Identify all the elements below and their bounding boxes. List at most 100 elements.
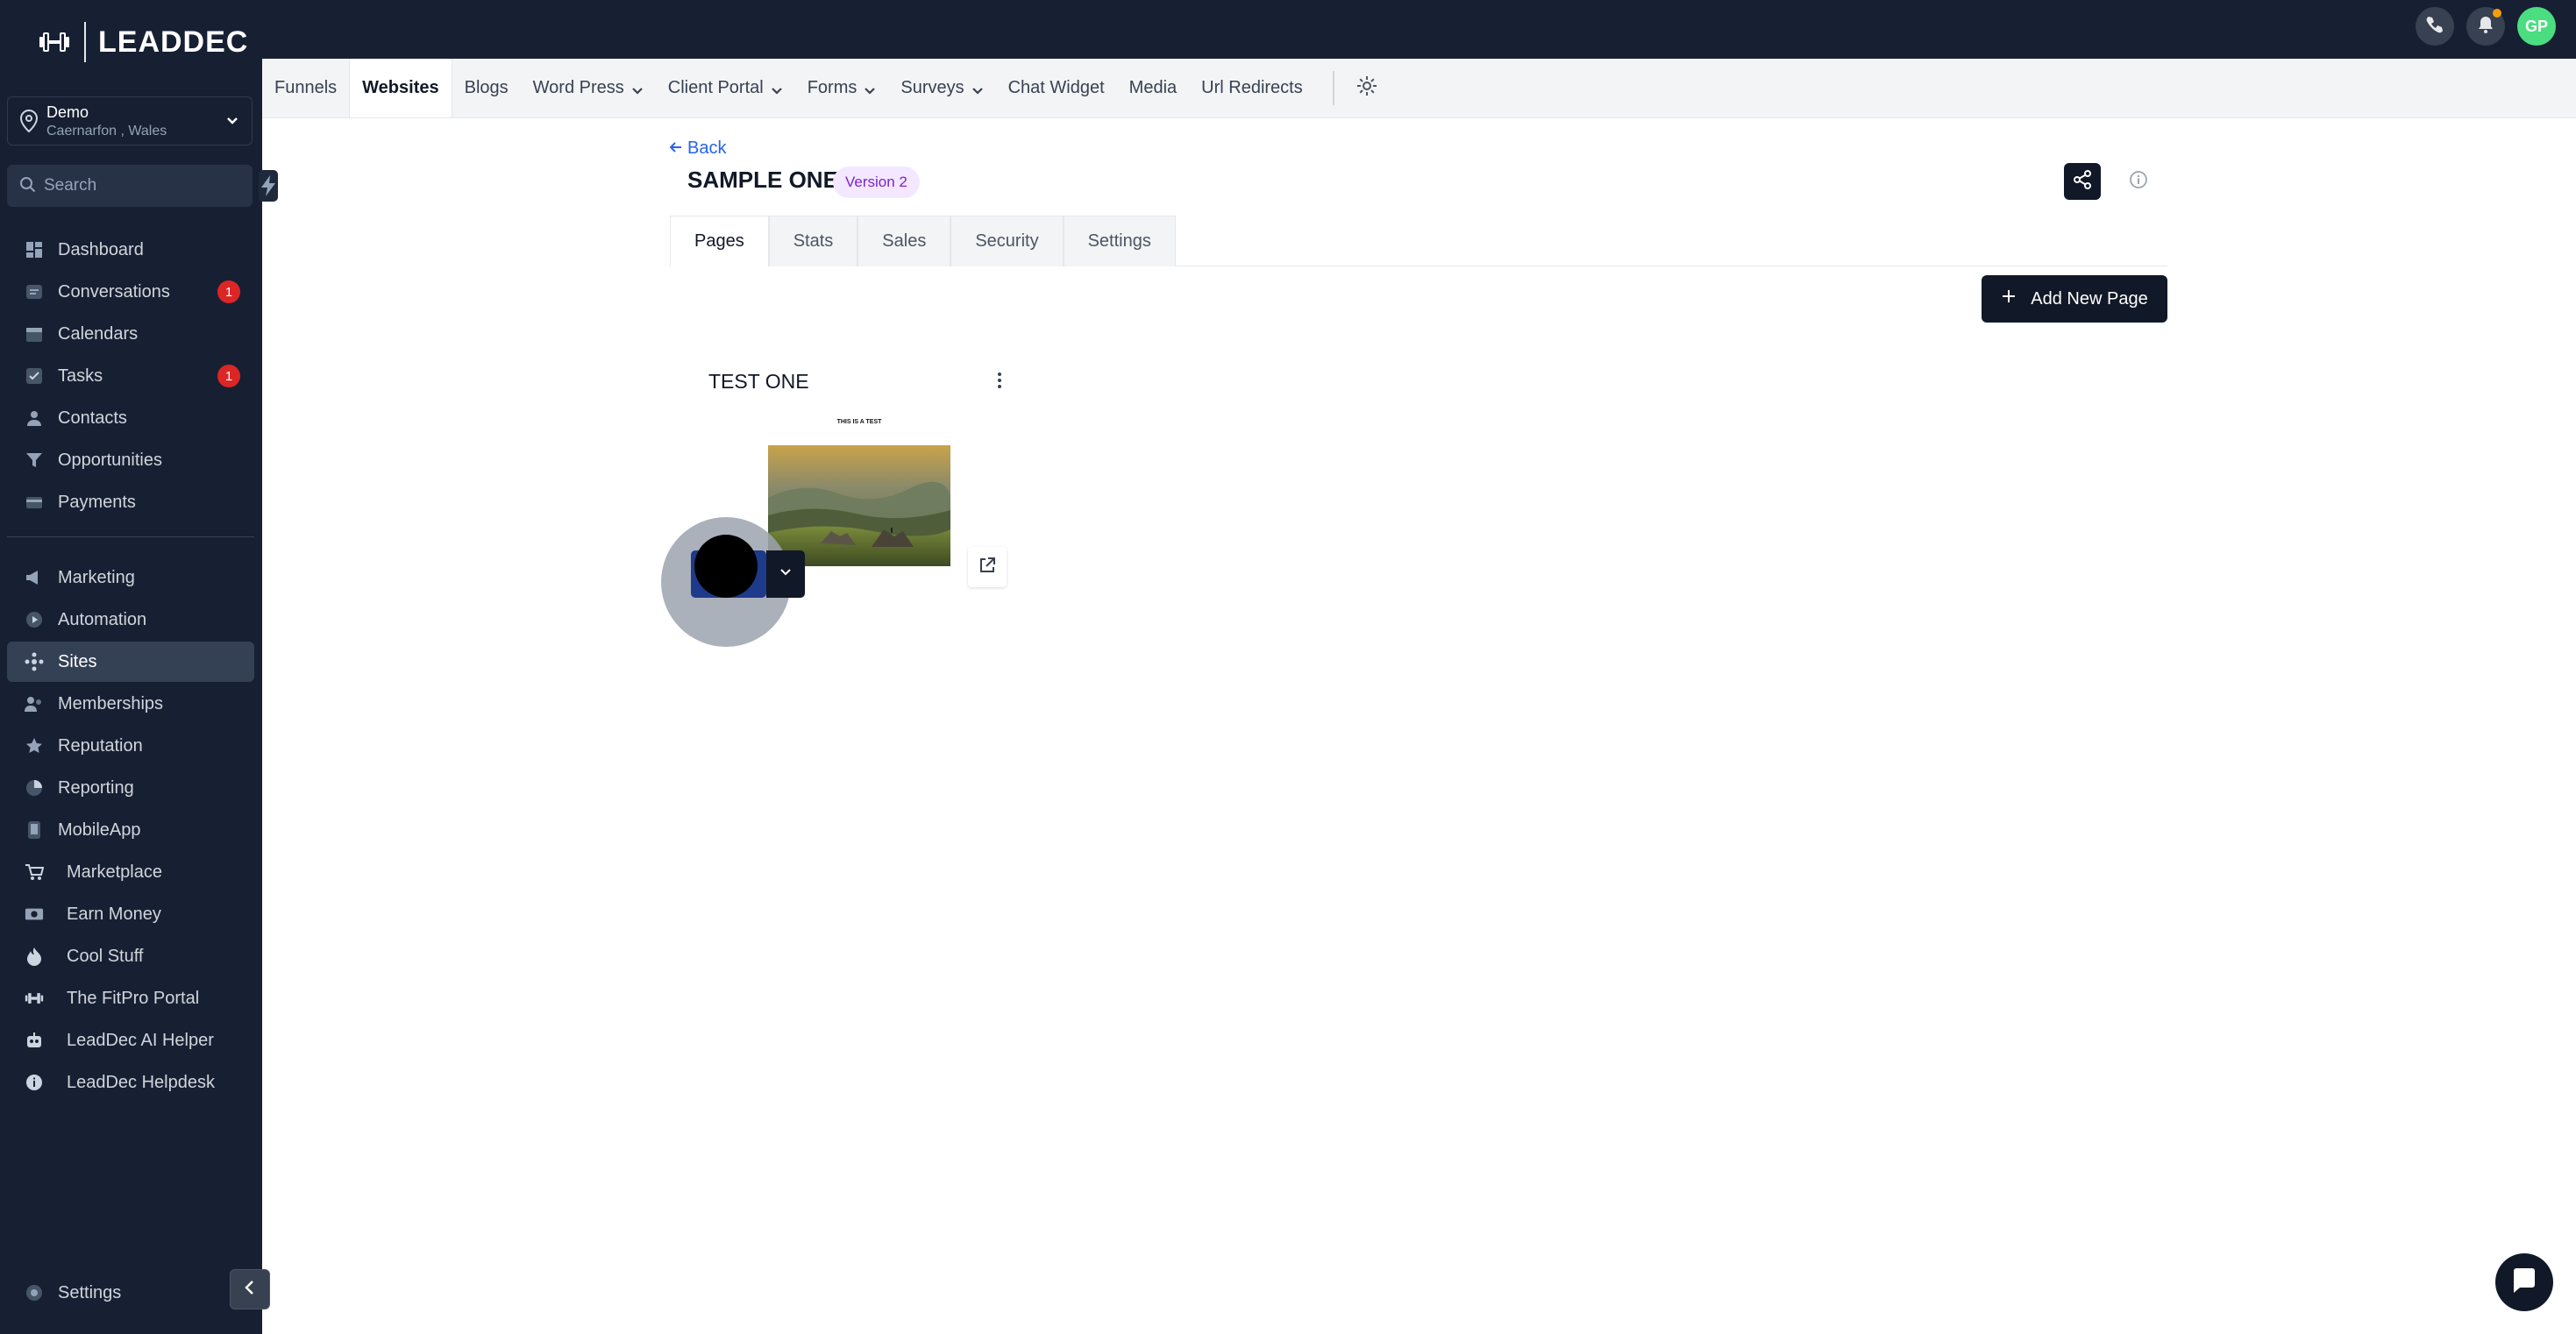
back-link[interactable]: Back xyxy=(669,138,726,159)
search-icon xyxy=(19,176,37,195)
page-title: SAMPLE ONE xyxy=(687,167,838,193)
sidebar-item-calendars[interactable]: Calendars xyxy=(7,314,254,354)
sidebar-item-earn-money[interactable]: Earn Money xyxy=(7,894,254,934)
tab-websites[interactable]: Websites xyxy=(349,59,452,117)
tab-url-redirects[interactable]: Url Redirects xyxy=(1189,59,1315,117)
quick-action-bolt-icon[interactable] xyxy=(259,170,278,202)
share-icon xyxy=(2073,169,2092,194)
sidebar-divider xyxy=(7,536,254,537)
page-card-menu-button[interactable] xyxy=(991,370,1008,394)
sidebar-search xyxy=(7,165,278,207)
sidebar-item-dashboard[interactable]: Dashboard xyxy=(7,230,254,270)
play-icon xyxy=(25,610,44,629)
dumbbell-icon xyxy=(37,25,72,60)
subnav-label: Chat Widget xyxy=(1007,78,1105,97)
chevron-down-icon xyxy=(631,82,644,95)
tab-blogs[interactable]: Blogs xyxy=(452,59,521,117)
sidebar-item-mobileapp[interactable]: MobileApp xyxy=(7,810,254,850)
site-tabs: Pages Stats Sales Security Settings xyxy=(670,216,2167,266)
gear-icon xyxy=(25,1283,44,1302)
megaphone-icon xyxy=(25,568,44,587)
chevron-down-icon xyxy=(864,82,876,95)
sidebar-item-conversations[interactable]: Conversations 1 xyxy=(7,272,254,312)
sidebar-item-helpdesk[interactable]: LeadDec Helpdesk xyxy=(7,1062,254,1103)
sidebar: LEADDEC Demo Caernarfon , Wales Dashboar… xyxy=(0,0,278,1334)
sidebar-item-reporting[interactable]: Reporting xyxy=(7,768,254,808)
share-button[interactable] xyxy=(2064,163,2101,200)
user-avatar[interactable]: GP xyxy=(2517,7,2556,46)
tab-settings[interactable]: Settings xyxy=(1063,216,1176,266)
sidebar-item-label: Reporting xyxy=(58,777,134,798)
bell-icon xyxy=(2476,15,2495,39)
subnav-label: Media xyxy=(1128,78,1178,97)
sidebar-item-settings[interactable]: Settings xyxy=(7,1273,135,1313)
info-button[interactable] xyxy=(2127,170,2150,193)
chevron-left-icon xyxy=(243,1279,257,1301)
sidebar-item-memberships[interactable]: Memberships xyxy=(7,684,254,724)
chat-widget-button[interactable] xyxy=(2495,1253,2553,1311)
sidebar-item-reputation[interactable]: Reputation xyxy=(7,726,254,766)
open-page-external-button[interactable] xyxy=(968,547,1007,587)
tab-security[interactable]: Security xyxy=(950,216,1064,266)
money-icon xyxy=(25,905,44,924)
subnav-settings-button[interactable] xyxy=(1352,59,1382,117)
tab-client-portal[interactable]: Client Portal xyxy=(656,59,795,117)
brand-logo[interactable]: LEADDEC xyxy=(37,19,248,65)
location-pin-icon xyxy=(18,109,39,133)
sidebar-item-label: Contacts xyxy=(58,408,127,428)
tab-sales[interactable]: Sales xyxy=(857,216,951,266)
robot-icon xyxy=(25,1031,44,1050)
sidebar-item-automation[interactable]: Automation xyxy=(7,600,254,640)
tab-surveys[interactable]: Surveys xyxy=(888,59,995,117)
sidebar-item-contacts[interactable]: Contacts xyxy=(7,398,254,438)
arrow-left-icon xyxy=(669,138,682,159)
sidebar-item-label: Reputation xyxy=(58,735,143,756)
sidebar-item-tasks[interactable]: Tasks 1 xyxy=(7,356,254,396)
sidebar-item-marketplace[interactable]: Marketplace xyxy=(7,852,254,892)
tab-forms[interactable]: Forms xyxy=(795,59,889,117)
tab-stats[interactable]: Stats xyxy=(768,216,858,266)
tab-chat-widget[interactable]: Chat Widget xyxy=(996,59,1117,117)
sidebar-item-fitpro-portal[interactable]: The FitPro Portal xyxy=(7,978,254,1018)
subnav-label: Surveys xyxy=(900,78,964,97)
sidebar-item-opportunities[interactable]: Opportunities xyxy=(7,440,254,480)
sidebar-item-payments[interactable]: Payments xyxy=(7,482,254,522)
brand-name: LEADDEC xyxy=(98,25,249,59)
sidebar-item-cool-stuff[interactable]: Cool Stuff xyxy=(7,936,254,976)
phone-button[interactable] xyxy=(2416,7,2454,46)
subnav-label: Forms xyxy=(807,78,857,97)
sidebar-item-label: Opportunities xyxy=(58,450,162,470)
cursor-highlight xyxy=(694,535,758,598)
info-icon xyxy=(25,1073,44,1092)
sidebar-item-label: LeadDec AI Helper xyxy=(67,1030,214,1050)
edit-options-dropdown[interactable] xyxy=(766,550,805,598)
users-icon xyxy=(25,694,44,713)
sidebar-item-ai-helper[interactable]: LeadDec AI Helper xyxy=(7,1020,254,1061)
subnav-divider xyxy=(1332,71,1334,105)
tab-funnels[interactable]: Funnels xyxy=(262,59,349,117)
add-new-page-label: Add New Page xyxy=(2031,288,2148,309)
sidebar-nav-secondary: Marketing Automation Sites Memberships R… xyxy=(7,557,254,1104)
search-input[interactable] xyxy=(44,176,259,195)
collapse-sidebar-button[interactable] xyxy=(230,1269,270,1309)
dumbbell-icon xyxy=(25,989,44,1008)
star-icon xyxy=(25,736,44,756)
tab-pages[interactable]: Pages xyxy=(670,216,769,266)
tab-word-press[interactable]: Word Press xyxy=(521,59,656,117)
info-icon xyxy=(2129,170,2148,194)
sidebar-item-label: Automation xyxy=(58,609,147,629)
sidebar-item-label: Marketing xyxy=(58,567,135,587)
add-new-page-button[interactable]: Add New Page xyxy=(1982,275,2167,323)
tab-media[interactable]: Media xyxy=(1117,59,1189,117)
sidebar-item-sites[interactable]: Sites xyxy=(7,642,254,682)
sidebar-item-label: Earn Money xyxy=(67,904,161,924)
subnav-label: Url Redirects xyxy=(1201,78,1303,97)
notifications-button[interactable] xyxy=(2466,7,2505,46)
location-switcher[interactable]: Demo Caernarfon , Wales xyxy=(7,96,253,145)
fire-icon xyxy=(25,947,44,966)
chevron-down-icon xyxy=(971,82,984,95)
unread-badge: 1 xyxy=(217,365,240,387)
page-preview-thumbnail[interactable]: THIS IS A TEST xyxy=(766,414,952,568)
sidebar-item-marketing[interactable]: Marketing xyxy=(7,557,254,598)
sidebar-item-label: Tasks xyxy=(58,365,103,386)
